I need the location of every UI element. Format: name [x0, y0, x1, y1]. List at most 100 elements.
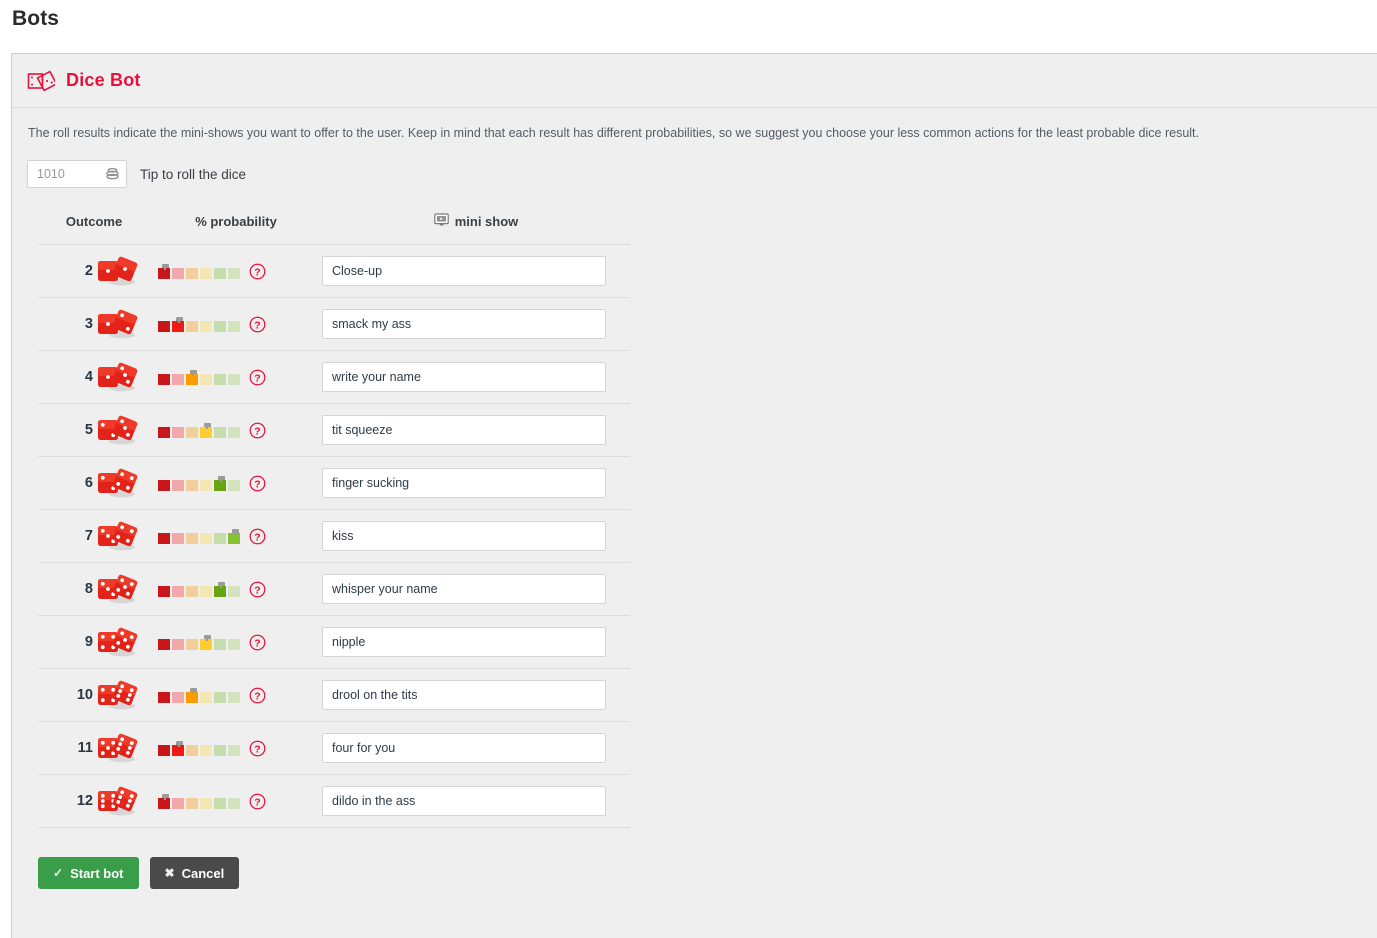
table-row: 4 ? [38, 350, 630, 404]
probability-cell: ? [150, 774, 322, 828]
question-circle-icon[interactable]: ? [249, 528, 266, 545]
probability-bar [158, 740, 240, 756]
probability-bar [158, 422, 240, 438]
outcome-number: 10 [76, 687, 93, 703]
probability-marker [217, 475, 225, 482]
svg-text:?: ? [254, 531, 260, 543]
outcome-number: 2 [84, 263, 93, 279]
probability-segment [228, 797, 240, 809]
mini-show-input[interactable] [322, 362, 606, 392]
outcome-cell: 3 [38, 297, 150, 351]
mini-show-cell [322, 350, 630, 404]
probability-marker [175, 740, 183, 747]
probability-segment [172, 479, 184, 491]
question-circle-icon[interactable]: ? [249, 634, 266, 651]
probability-segment [172, 267, 184, 279]
check-icon: ✓ [53, 866, 64, 880]
question-circle-icon[interactable]: ? [249, 793, 266, 810]
question-circle-icon[interactable]: ? [249, 740, 266, 757]
monitor-play-icon [433, 213, 449, 230]
question-circle-icon[interactable]: ? [249, 369, 266, 386]
dice-pair-icon [96, 680, 142, 710]
probability-segment [172, 373, 184, 385]
probability-marker [161, 793, 169, 800]
dice-bot-panel: Dice Bot The roll results indicate the m… [11, 53, 1377, 938]
probability-cell: ? [150, 615, 322, 669]
probability-segment [200, 267, 212, 279]
svg-text:?: ? [254, 637, 260, 649]
probability-segment [158, 744, 170, 756]
tip-label: Tip to roll the dice [140, 166, 247, 182]
dice-outline-icon [27, 69, 55, 92]
mini-show-cell [322, 509, 630, 563]
table-header-row: Outcome % probability mini show [38, 213, 630, 245]
outcome-number: 12 [76, 793, 93, 809]
mini-show-input[interactable] [322, 309, 606, 339]
table-row: 6 ? [38, 456, 630, 510]
tip-amount-input[interactable] [27, 160, 127, 188]
outcome-cell: 6 [38, 456, 150, 510]
page-title: Bots [12, 7, 60, 30]
probability-segment [158, 532, 170, 544]
probability-segment [214, 797, 226, 809]
probability-marker [217, 581, 225, 588]
question-circle-icon[interactable]: ? [249, 581, 266, 598]
dice-pair-icon [96, 574, 142, 604]
probability-segment [158, 638, 170, 650]
probability-segment [158, 479, 170, 491]
probability-marker [231, 528, 239, 535]
table-row: 5 ? [38, 403, 630, 457]
probability-segment [200, 479, 212, 491]
table-row: 10 ? [38, 668, 630, 722]
cancel-button[interactable]: ✖ Cancel [149, 857, 240, 889]
table-row: 7 ? [38, 509, 630, 563]
probability-cell: ? [150, 456, 322, 510]
probability-segment [172, 532, 184, 544]
question-circle-icon[interactable]: ? [249, 687, 266, 704]
dice-pair-icon [96, 309, 142, 339]
question-circle-icon[interactable]: ? [249, 475, 266, 492]
mini-show-input[interactable] [322, 468, 606, 498]
mini-show-input[interactable] [322, 627, 606, 657]
table-row: 11 ? [38, 721, 630, 775]
mini-show-input[interactable] [322, 415, 606, 445]
mini-show-input[interactable] [322, 733, 606, 763]
dice-pair-icon [96, 415, 142, 445]
mini-show-input[interactable] [322, 256, 606, 286]
probability-segment [200, 797, 212, 809]
mini-show-cell [322, 456, 630, 510]
probability-segment [200, 585, 212, 597]
start-bot-button[interactable]: ✓ Start bot [38, 857, 139, 889]
outcome-cell: 11 [38, 721, 150, 775]
outcome-number: 7 [84, 528, 93, 544]
mini-show-cell [322, 774, 630, 828]
question-circle-icon[interactable]: ? [249, 263, 266, 280]
dice-pair-icon [96, 786, 142, 816]
question-circle-icon[interactable]: ? [249, 316, 266, 333]
mini-show-input[interactable] [322, 574, 606, 604]
footer-actions: ✓ Start bot ✖ Cancel [38, 857, 1377, 911]
probability-segment [186, 585, 198, 597]
mini-show-cell [322, 562, 630, 616]
question-circle-icon[interactable]: ? [249, 422, 266, 439]
outcome-number: 11 [77, 740, 93, 756]
mini-show-input[interactable] [322, 521, 606, 551]
dice-pair-icon [96, 362, 142, 392]
mini-show-cell [322, 721, 630, 775]
outcome-cell: 12 [38, 774, 150, 828]
outcome-number: 9 [84, 634, 93, 650]
mini-show-input[interactable] [322, 680, 606, 710]
dice-pair-icon [96, 468, 142, 498]
probability-bar [158, 793, 240, 809]
mini-show-input[interactable] [322, 786, 606, 816]
probability-marker [161, 263, 169, 270]
probability-segment [172, 426, 184, 438]
probability-bar [158, 369, 240, 385]
probability-cell: ? [150, 721, 322, 775]
probability-segment [186, 426, 198, 438]
probability-segment [228, 479, 240, 491]
header-mini-show: mini show [322, 213, 630, 245]
outcome-number: 8 [84, 581, 93, 597]
table-row: 9 ? [38, 615, 630, 669]
panel-title: Dice Bot [66, 70, 141, 90]
